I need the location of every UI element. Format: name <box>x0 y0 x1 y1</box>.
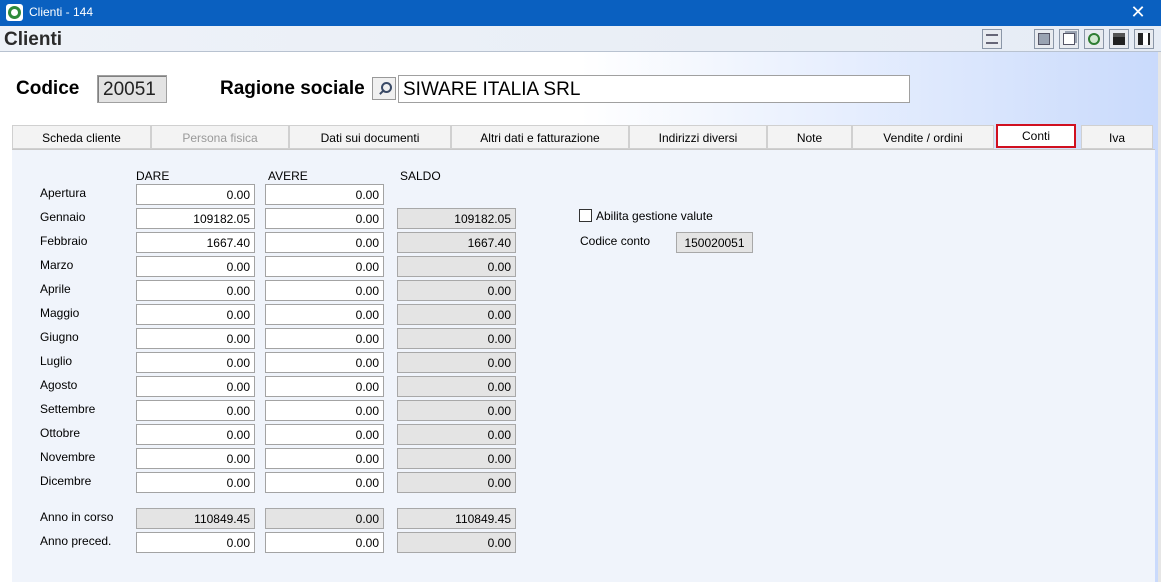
dare-field[interactable]: 0.00 <box>136 448 255 469</box>
tab-persona-fisica[interactable]: Persona fisica <box>151 125 289 149</box>
tab-conti[interactable]: Conti <box>996 124 1076 148</box>
avere-field[interactable]: 0.00 <box>265 472 384 493</box>
dare-field[interactable]: 0.00 <box>136 256 255 277</box>
tab-scheda-cliente[interactable]: Scheda cliente <box>12 125 151 149</box>
refresh-icon[interactable] <box>1084 29 1104 49</box>
column-header-dare: DARE <box>136 169 170 183</box>
company-name-label: Ragione sociale <box>220 78 365 99</box>
avere-field[interactable]: 0.00 <box>265 376 384 397</box>
saldo-field: 0.00 <box>397 448 516 469</box>
saldo-total-field: 110849.45 <box>397 508 516 529</box>
tab-vendite-ordini[interactable]: Vendite / ordini <box>852 125 994 149</box>
window-title: Clienti - 144 <box>29 5 94 19</box>
row-label: Dicembre <box>40 474 92 488</box>
column-header-saldo: SALDO <box>400 169 441 183</box>
saldo-field: 0.00 <box>397 424 516 445</box>
dare-field[interactable]: 0.00 <box>136 376 255 397</box>
row-label: Anno in corso <box>40 510 114 524</box>
codice-conto-label: Codice conto <box>580 234 651 248</box>
row-label: Ottobre <box>40 426 81 440</box>
avere-field[interactable]: 0.00 <box>265 280 384 301</box>
dare-field[interactable]: 0.00 <box>136 304 255 325</box>
codice-conto-field: 150020051 <box>676 232 753 253</box>
avere-field[interactable]: 0.00 <box>265 304 384 325</box>
dare-field[interactable]: 0.00 <box>136 424 255 445</box>
header-band: Clienti <box>0 26 1161 52</box>
dare-field[interactable]: 0.00 <box>136 352 255 373</box>
tab-indirizzi-diversi[interactable]: Indirizzi diversi <box>629 125 767 149</box>
dare-field[interactable]: 0.00 <box>136 400 255 421</box>
dare-field[interactable]: 0.00 <box>136 280 255 301</box>
saldo-field: 0.00 <box>397 472 516 493</box>
save-icon[interactable] <box>1109 29 1129 49</box>
saldo-field: 0.00 <box>397 352 516 373</box>
dare-field[interactable]: 0.00 <box>136 472 255 493</box>
row-label: Febbraio <box>40 234 88 248</box>
avere-field[interactable]: 0.00 <box>265 256 384 277</box>
avere-prev-field[interactable]: 0.00 <box>265 532 384 553</box>
saldo-field: 0.00 <box>397 256 516 277</box>
dare-prev-field[interactable]: 0.00 <box>136 532 255 553</box>
row-label: Luglio <box>40 354 73 368</box>
row-label: Aprile <box>40 282 71 296</box>
row-label: Giugno <box>40 330 79 344</box>
row-label: Gennaio <box>40 210 86 224</box>
saldo-field: 0.00 <box>397 400 516 421</box>
column-header-avere: AVERE <box>268 169 308 183</box>
tab-iva[interactable]: Iva <box>1081 125 1153 149</box>
row-label: Apertura <box>40 186 87 200</box>
saldo-field: 109182.05 <box>397 208 516 229</box>
saldo-field: 0.00 <box>397 304 516 325</box>
avere-field[interactable]: 0.00 <box>265 184 384 205</box>
tab-note[interactable]: Note <box>767 125 852 149</box>
row-label: Anno preced. <box>40 534 112 548</box>
code-field: 20051 <box>97 75 167 103</box>
avere-total-field: 0.00 <box>265 508 384 529</box>
avere-field[interactable]: 0.00 <box>265 400 384 421</box>
saldo-prev-field: 0.00 <box>397 532 516 553</box>
row-label: Maggio <box>40 306 80 320</box>
close-icon[interactable]: ✕ <box>1115 0 1161 26</box>
valute-label: Abilita gestione valute <box>596 209 713 223</box>
code-label: Codice <box>16 78 80 99</box>
avere-field[interactable]: 0.00 <box>265 424 384 445</box>
tab-altri-dati[interactable]: Altri dati e fatturazione <box>451 125 629 149</box>
title-bar: Clienti - 144 ✕ <box>0 0 1161 26</box>
search-icon[interactable] <box>372 77 396 100</box>
dare-total-field: 110849.45 <box>136 508 255 529</box>
saldo-field: 0.00 <box>397 280 516 301</box>
saldo-field: 0.00 <box>397 328 516 349</box>
saldo-field: 1667.40 <box>397 232 516 253</box>
tab-dati-documenti[interactable]: Dati sui documenti <box>289 125 451 149</box>
page-title: Clienti <box>4 29 63 50</box>
form-icon[interactable] <box>1034 29 1054 49</box>
dare-field[interactable]: 0.00 <box>136 328 255 349</box>
list-icon[interactable] <box>982 29 1002 49</box>
valute-checkbox[interactable] <box>579 209 592 222</box>
avere-field[interactable]: 0.00 <box>265 328 384 349</box>
avere-field[interactable]: 0.00 <box>265 208 384 229</box>
avere-field[interactable]: 0.00 <box>265 232 384 253</box>
dare-field[interactable]: 1667.40 <box>136 232 255 253</box>
row-label: Settembre <box>40 402 96 416</box>
app-icon <box>6 4 23 21</box>
dare-field[interactable]: 0.00 <box>136 184 255 205</box>
row-label: Novembre <box>40 450 96 464</box>
avere-field[interactable]: 0.00 <box>265 352 384 373</box>
avere-field[interactable]: 0.00 <box>265 448 384 469</box>
company-name-field[interactable]: SIWARE ITALIA SRL <box>398 75 910 103</box>
row-label: Agosto <box>40 378 78 392</box>
saldo-field: 0.00 <box>397 376 516 397</box>
row-label: Marzo <box>40 258 74 272</box>
copy-icon[interactable] <box>1059 29 1079 49</box>
exit-icon[interactable] <box>1134 29 1154 49</box>
dare-field[interactable]: 109182.05 <box>136 208 255 229</box>
